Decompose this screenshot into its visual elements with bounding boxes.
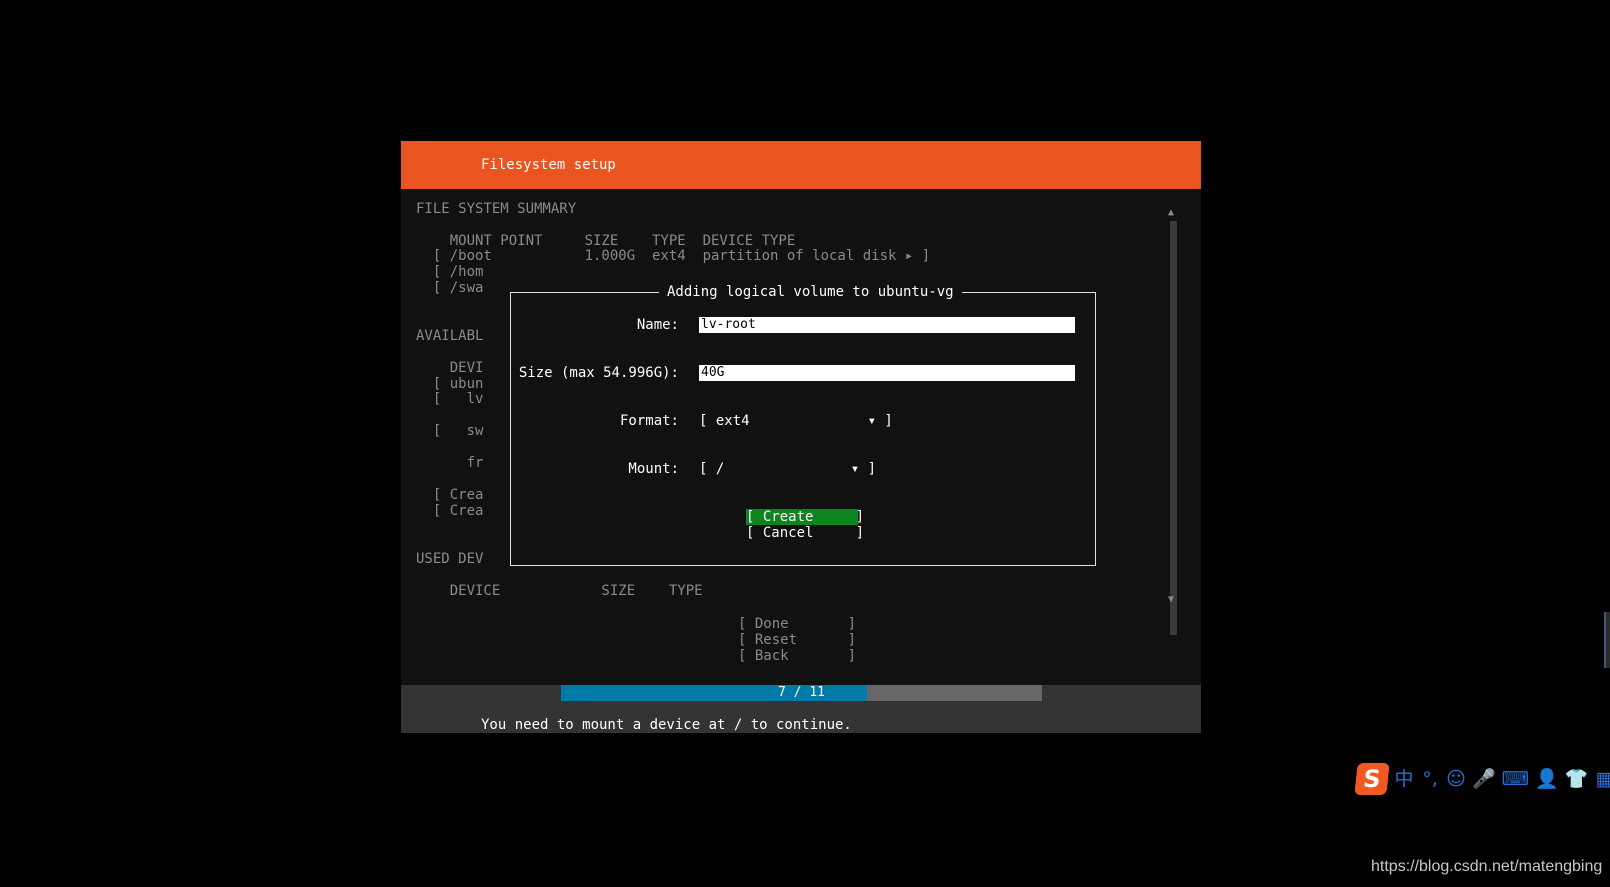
- create-action-1: [ Crea: [416, 487, 484, 503]
- header-bar: Filesystem setup: [401, 141, 1201, 189]
- name-label: Name:: [636, 317, 679, 333]
- status-message: You need to mount a device at / to conti…: [481, 717, 852, 733]
- skin-icon[interactable]: 👕: [1565, 763, 1589, 795]
- used-columns: DEVICE SIZE TYPE: [416, 583, 703, 599]
- format-select[interactable]: [ ext4 ▾ ]: [699, 413, 893, 429]
- sogou-logo-icon[interactable]: S: [1354, 763, 1390, 795]
- user-icon[interactable]: 👤: [1535, 763, 1559, 795]
- summary-row-swap: [ /swa: [416, 280, 484, 296]
- size-field[interactable]: [699, 365, 1075, 381]
- available-row-lv: [ lv: [416, 391, 484, 407]
- watermark: https://blog.csdn.net/matengbing: [1371, 858, 1603, 875]
- section-heading-available: AVAILABL: [416, 328, 484, 344]
- mount-select[interactable]: [ / ▾ ]: [699, 461, 876, 477]
- summary-row-home: [ /hom: [416, 264, 484, 280]
- format-label: Format:: [619, 413, 679, 429]
- available-row-swap: [ sw: [416, 423, 484, 439]
- available-columns: DEVI: [416, 360, 484, 376]
- available-row-ubuntu-vg: [ ubun: [416, 376, 484, 392]
- dialog-title: Adding logical volume to ubuntu-vg: [659, 284, 962, 300]
- cancel-button[interactable]: [ Cancel ]: [746, 525, 864, 541]
- scroll-down-icon[interactable]: ▼: [1168, 594, 1174, 605]
- size-label: Size (max 54.996G):: [518, 365, 679, 381]
- scrollbar[interactable]: [1170, 221, 1177, 635]
- installer-window: Filesystem setup FILE SYSTEM SUMMARY MOU…: [401, 141, 1201, 733]
- emoji-icon[interactable]: ☺: [1446, 763, 1466, 795]
- available-row-free: fr: [416, 455, 484, 471]
- punctuation-icon[interactable]: °,: [1420, 763, 1440, 795]
- done-button[interactable]: [ Done ]: [738, 616, 856, 632]
- reset-button[interactable]: [ Reset ]: [738, 632, 856, 648]
- page-title: Filesystem setup: [481, 157, 616, 173]
- add-logical-volume-dialog: Adding logical volume to ubuntu-vg Name:…: [510, 284, 1096, 566]
- back-button[interactable]: [ Back ]: [738, 648, 856, 664]
- side-widget-edge: [1604, 612, 1610, 668]
- mount-label: Mount:: [628, 461, 679, 477]
- create-action-2: [ Crea: [416, 503, 484, 519]
- footer: 7 / 11 You need to mount a device at / t…: [401, 685, 1201, 733]
- name-field[interactable]: [699, 317, 1075, 333]
- chinese-mode-icon[interactable]: 中: [1394, 763, 1414, 795]
- progress-bar: 7 / 11: [561, 685, 1042, 701]
- ime-toolbar: S 中 °, ☺ 🎤 ⌨ 👤 👕 ▦: [1354, 762, 1610, 796]
- summary-row-boot: [ /boot 1.000G ext4 partition of local d…: [416, 248, 931, 264]
- progress-text: 7 / 11: [778, 685, 825, 700]
- summary-columns: MOUNT POINT SIZE TYPE DEVICE TYPE: [416, 233, 796, 249]
- scroll-up-icon[interactable]: ▲: [1168, 207, 1174, 218]
- toolbox-icon[interactable]: ▦: [1594, 763, 1610, 795]
- microphone-icon[interactable]: 🎤: [1472, 763, 1496, 795]
- keyboard-icon[interactable]: ⌨: [1502, 763, 1529, 795]
- create-button[interactable]: [ Create ]: [746, 509, 864, 525]
- section-heading-summary: FILE SYSTEM SUMMARY: [416, 201, 577, 217]
- section-heading-used: USED DEV: [416, 551, 484, 567]
